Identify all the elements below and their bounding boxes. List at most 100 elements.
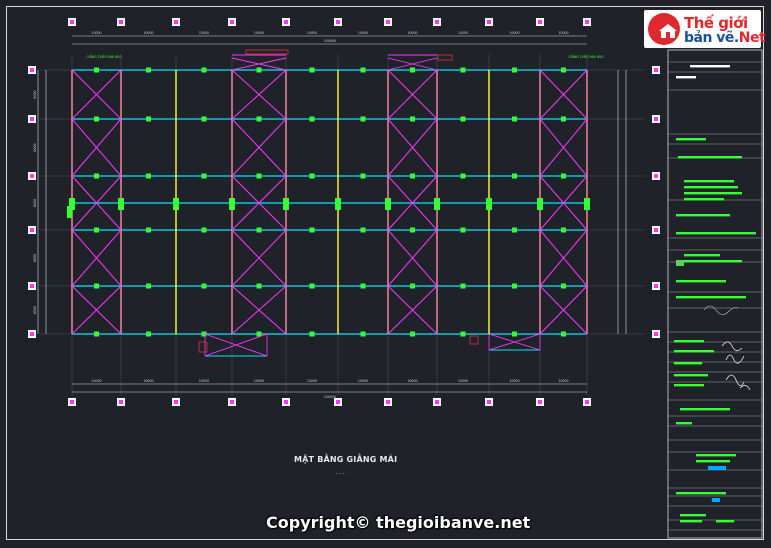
cad-drawing-canvas: 10000 10000 10000 10000 10000 10000 10000 10000…	[0, 0, 771, 548]
grid-bubble-core	[230, 400, 234, 404]
site-logo[interactable]: Thế giới bản vẽ.Net	[644, 10, 766, 48]
title-block-text	[674, 340, 704, 343]
grid-bubble-core	[30, 228, 34, 232]
dimension-text: 10000	[358, 379, 368, 383]
title-block-text	[676, 296, 746, 299]
strut-block	[229, 198, 235, 210]
strut-marker	[94, 67, 99, 73]
dimension-text: 6000	[33, 199, 37, 207]
strut-marker	[460, 116, 466, 122]
strut-marker	[94, 173, 99, 179]
strut-marker	[146, 67, 151, 73]
strut-marker	[146, 173, 151, 179]
dimension-text: 10000	[307, 31, 317, 35]
copyright-watermark: Copyright© thegioibanve.net	[266, 513, 531, 532]
dimension-text: 10000	[254, 379, 264, 383]
dimension-text: 10000	[458, 379, 468, 383]
dimension-text: 6000	[33, 306, 37, 314]
house-icon	[659, 24, 677, 38]
dimension-text: 10000	[458, 31, 468, 35]
strut-marker	[410, 331, 415, 337]
strut-marker	[512, 227, 517, 233]
grid-bubble-core	[284, 20, 288, 24]
strut-marker	[460, 331, 466, 337]
strut-marker	[309, 227, 315, 233]
grid-bubble-core	[30, 332, 34, 336]
dimension-text: 10000	[509, 379, 519, 383]
roof-bracing-plan: 10000 10000 10000 10000 10000 10000 10000 10000…	[28, 18, 763, 539]
logo-line-2-text: bản vẽ.	[684, 30, 739, 46]
strut-marker	[561, 227, 566, 233]
strut-marker	[256, 116, 262, 122]
dimension-text: 10000	[254, 31, 264, 35]
grid-bubble-core	[30, 117, 34, 121]
dimension-text: 10000	[558, 31, 568, 35]
title-block-text	[684, 198, 724, 201]
grid-bubble-core	[654, 332, 658, 336]
grid-bubble-core	[585, 20, 589, 24]
grid-bubble-core	[538, 20, 542, 24]
strut-marker	[460, 67, 466, 73]
title-block-text	[674, 374, 708, 377]
title-block-text	[676, 492, 726, 495]
signature-mark	[721, 341, 751, 391]
grid-bubble-core	[30, 174, 34, 178]
title-block-text	[674, 350, 714, 353]
dimension-text: 10000	[199, 379, 209, 383]
title-block-mark	[708, 466, 726, 470]
drawing-scale-note: - - -	[336, 471, 345, 477]
strut-marker	[561, 173, 566, 179]
strut-marker	[146, 116, 151, 122]
detail-box	[245, 49, 289, 55]
strut-block	[335, 198, 341, 210]
title-block-text	[684, 192, 742, 195]
logo-badge	[648, 13, 680, 45]
strut-marker	[460, 227, 466, 233]
strut-marker	[94, 116, 99, 122]
strut-block	[67, 206, 72, 218]
strut-marker	[360, 227, 366, 233]
grid-bubble-core	[174, 400, 178, 404]
grid-bubble-core	[654, 228, 658, 232]
strut-marker	[256, 173, 262, 179]
grid-bubble-core	[654, 68, 658, 72]
title-block-text	[676, 232, 756, 235]
title-block-text	[676, 214, 730, 217]
strut-block	[385, 198, 391, 210]
title-block-mark	[676, 260, 684, 266]
title-block-text	[684, 254, 720, 257]
dimension-text: 10000	[407, 31, 417, 35]
strut-marker	[360, 173, 366, 179]
strut-marker	[360, 67, 366, 73]
strut-marker	[309, 331, 315, 337]
dimension-text-overall: 100000	[324, 39, 336, 43]
dimension-text: 10000	[143, 379, 153, 383]
strut-marker	[201, 283, 207, 289]
strut-marker	[146, 283, 151, 289]
strut-marker	[512, 116, 517, 122]
dimension-text: 10000	[558, 379, 568, 383]
dimension-text: 6000	[33, 90, 37, 98]
strut-marker	[360, 283, 366, 289]
title-block-text	[676, 138, 706, 141]
logo-line-2-accent: Net	[738, 30, 766, 46]
strut-block	[283, 198, 289, 210]
title-block-text	[678, 156, 742, 159]
grid-bubble-core	[70, 400, 74, 404]
note-left: GIẰNG CHÉO MÁI Φ20	[86, 54, 121, 59]
grid-bubble-core	[284, 400, 288, 404]
grid-bubble-core	[538, 400, 542, 404]
title-block-text	[676, 76, 696, 79]
grid-bubble-core	[30, 68, 34, 72]
strut-marker	[309, 283, 315, 289]
grid-bubble-core	[654, 174, 658, 178]
title-block-text	[716, 520, 734, 523]
dimension-text: 10000	[143, 31, 153, 35]
grid-bubble-core	[336, 20, 340, 24]
strut-marker	[561, 116, 566, 122]
grid-bubble-core	[435, 20, 439, 24]
grid-bubble-core	[654, 284, 658, 288]
title-block-text	[696, 460, 730, 463]
strut-marker	[94, 227, 99, 233]
grid-bubble-core	[654, 117, 658, 121]
